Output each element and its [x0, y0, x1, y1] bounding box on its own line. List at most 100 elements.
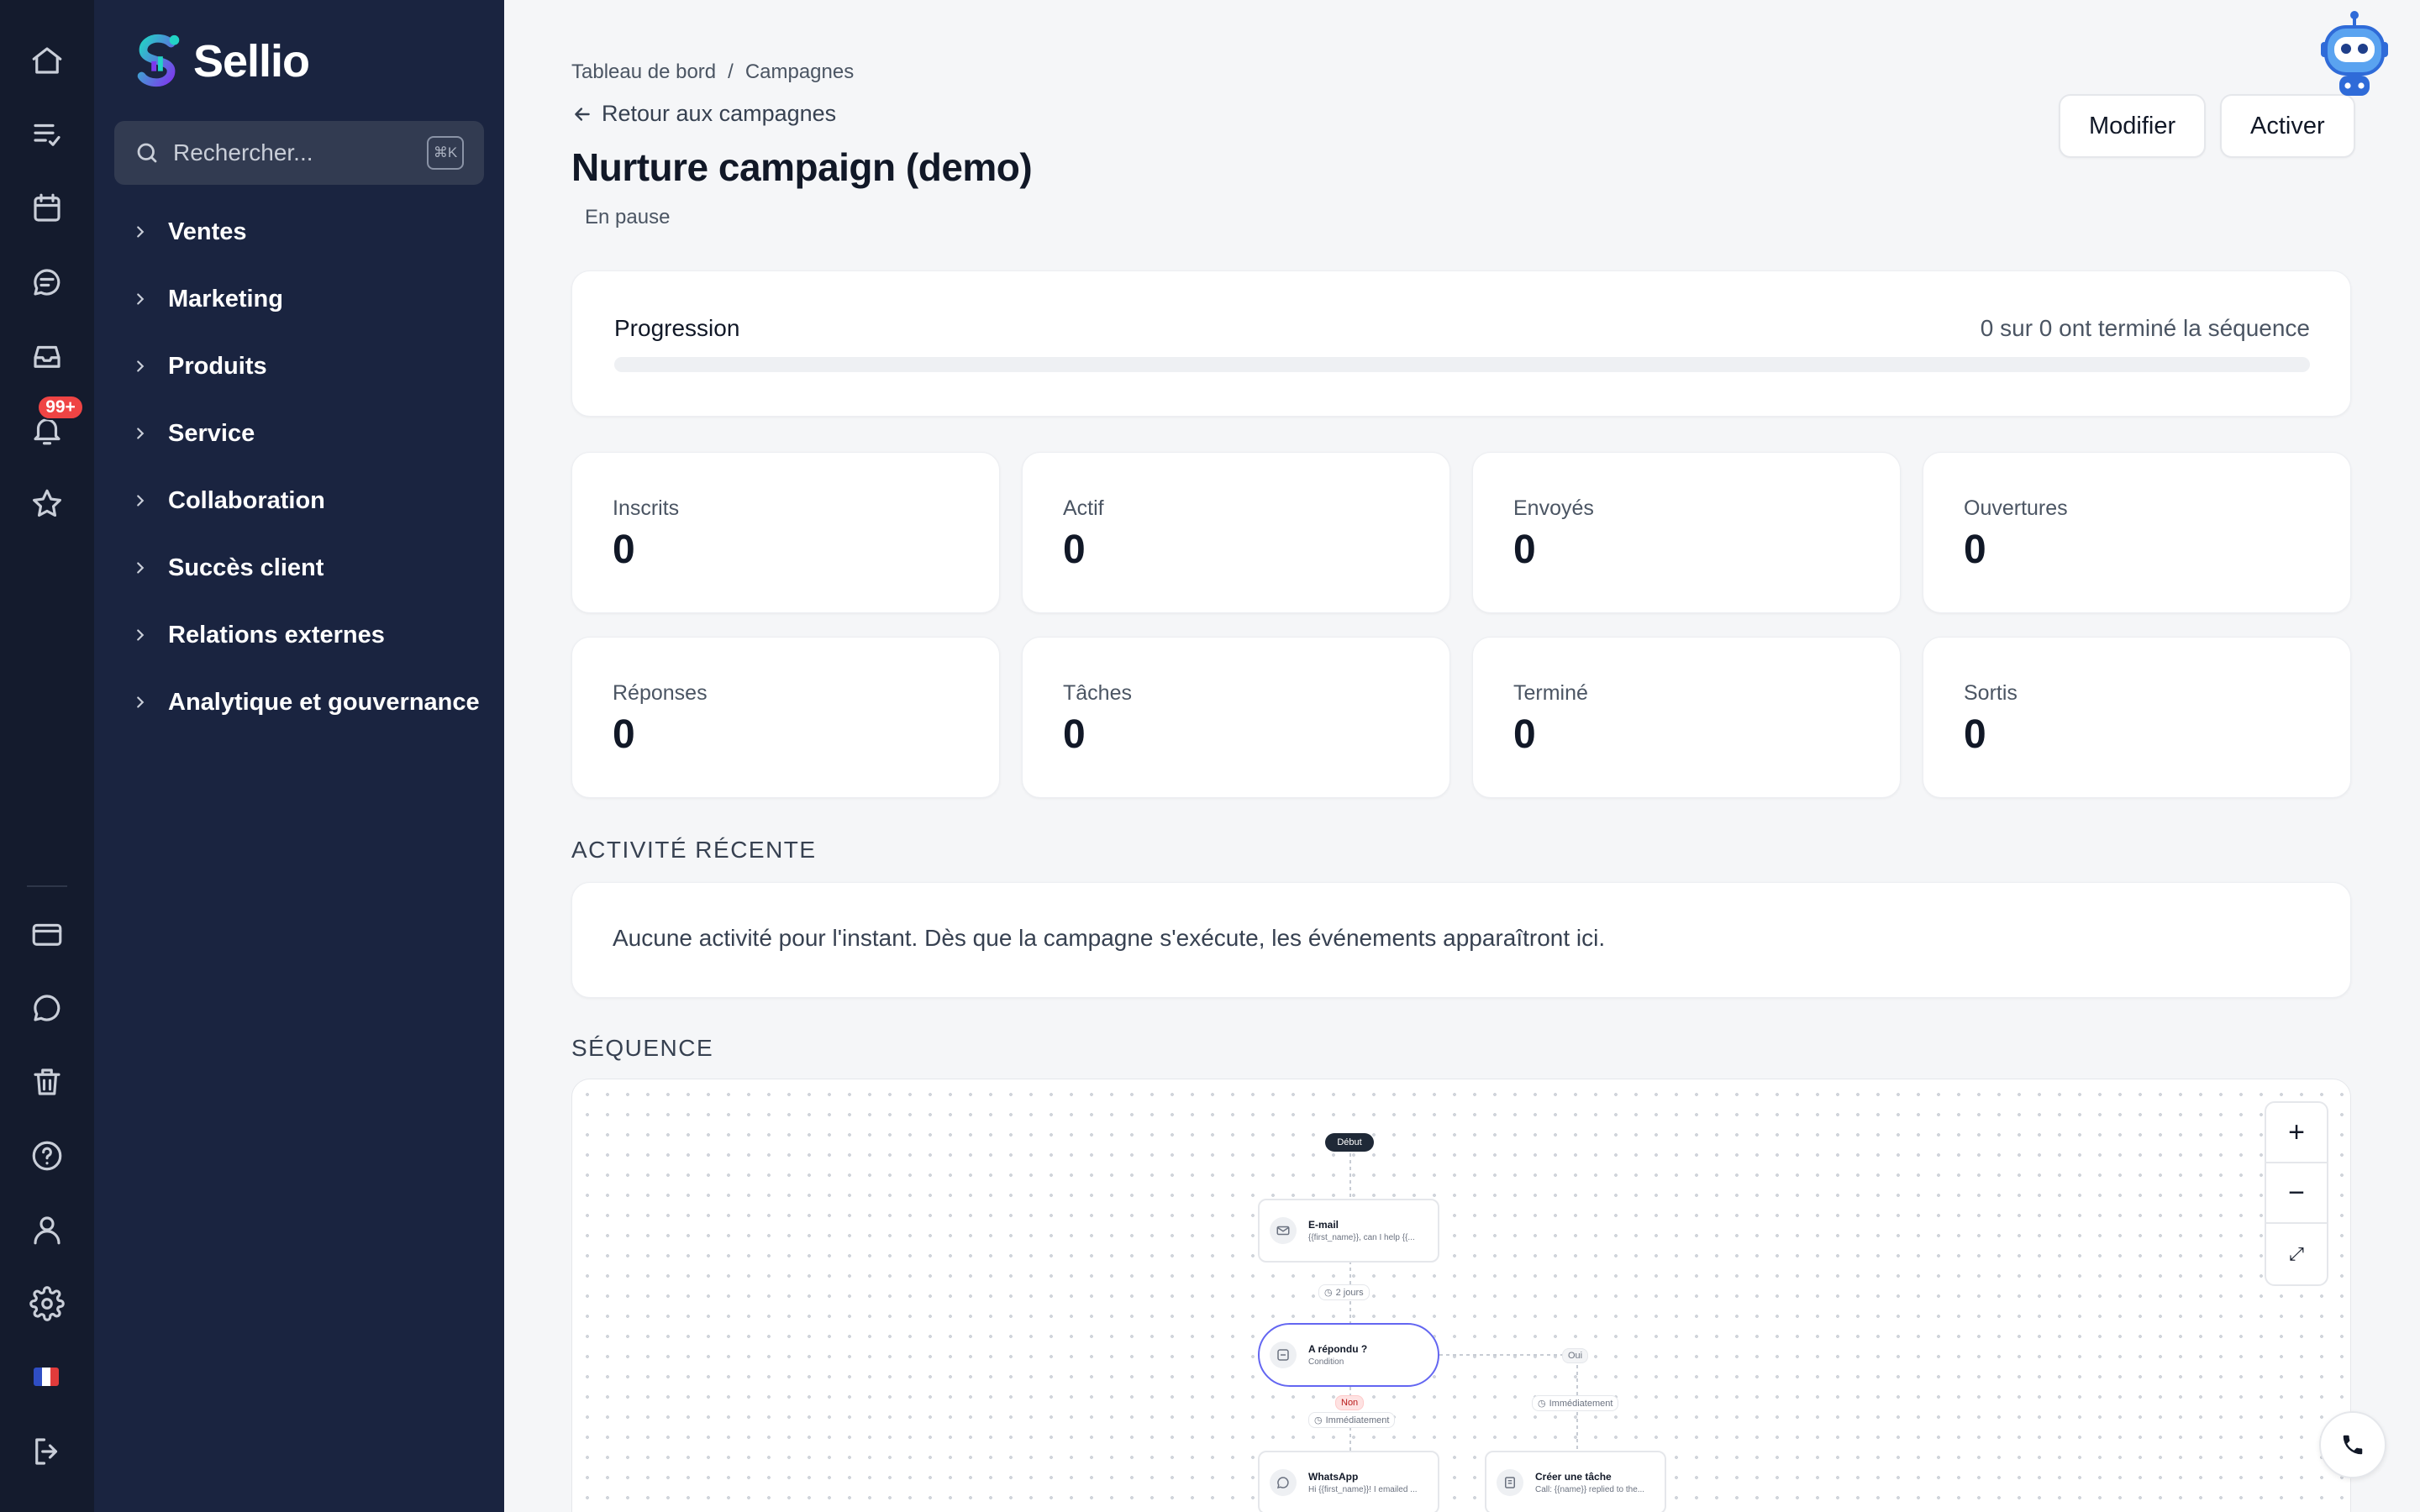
search-shortcut: ⌘K: [427, 136, 464, 170]
stat-label: Sortis: [1964, 681, 2018, 705]
delay-label: Immédiatement: [1549, 1398, 1613, 1409]
sequence-node-task[interactable]: Créer une tâche Call: {{name}} replied t…: [1485, 1451, 1666, 1512]
stat-value: 0: [613, 528, 635, 572]
search-icon: [137, 143, 157, 163]
nav-item-label: Collaboration: [168, 486, 325, 514]
language-flag-icon[interactable]: [34, 1368, 59, 1386]
stat-card-ouvertures: Ouvertures 0: [1923, 452, 2351, 613]
sequence-node-whatsapp[interactable]: WhatsApp Hi {{first_name}}! I emailed ..…: [1258, 1451, 1439, 1512]
clock-icon: ◷: [1324, 1288, 1333, 1298]
stat-label: Terminé: [1513, 681, 1588, 705]
node-subtitle: Condition: [1308, 1357, 1344, 1367]
stat-value: 0: [1063, 712, 1086, 757]
clock-icon: ◷: [1538, 1399, 1546, 1409]
logout-icon[interactable]: [24, 1428, 71, 1475]
progress-label: Progression: [614, 315, 740, 341]
delay-pill-yes: ◷ Immédiatement: [1532, 1395, 1619, 1411]
node-subtitle: Call: {{name}} replied to the...: [1535, 1485, 1645, 1494]
phone-call-button[interactable]: [2319, 1411, 2386, 1478]
stat-card-actif: Actif 0: [1022, 452, 1450, 613]
nav-item-analytique[interactable]: Analytique et gouvernance: [131, 682, 480, 722]
back-link[interactable]: Retour aux campagnes: [571, 101, 836, 127]
chat-icon[interactable]: [24, 984, 71, 1032]
task-icon: [1497, 1469, 1523, 1496]
node-title: Créer une tâche: [1535, 1471, 1612, 1483]
nav-item-label: Relations externes: [168, 621, 385, 648]
inbox-icon[interactable]: [24, 333, 71, 380]
nav-item-label: Ventes: [168, 218, 247, 245]
rail-divider: [27, 885, 67, 887]
stat-label: Tâches: [1063, 681, 1132, 705]
progress-summary: 0 sur 0 ont terminé la séquence: [1980, 315, 2310, 341]
breadcrumb: Tableau de bord / Campagnes: [571, 60, 854, 84]
billing-icon[interactable]: [24, 911, 71, 958]
messages-icon[interactable]: [24, 259, 71, 306]
star-icon[interactable]: [24, 480, 71, 528]
home-icon[interactable]: [24, 37, 71, 84]
branch-no-label: Non: [1335, 1395, 1365, 1410]
zoom-out-button[interactable]: −: [2266, 1163, 2327, 1224]
search-placeholder: Rechercher...: [173, 139, 313, 165]
nav-item-produits[interactable]: Produits: [131, 346, 267, 386]
activity-section-title: ACTIVITÉ RÉCENTE: [571, 837, 817, 863]
mail-icon: [1270, 1217, 1297, 1244]
sequence-node-email[interactable]: E-mail {{first_name}}, can I help {{...: [1258, 1199, 1439, 1263]
sequence-canvas[interactable]: Début E-mail {{first_name}}, can I help …: [571, 1079, 2351, 1512]
trash-icon[interactable]: [24, 1058, 71, 1105]
sellio-logo-icon: [137, 34, 180, 87]
stat-value: 0: [1513, 528, 1536, 572]
stat-label: Réponses: [613, 681, 708, 705]
stat-card-inscrits: Inscrits 0: [571, 452, 1000, 613]
chevron-right-icon: [137, 226, 145, 238]
stat-label: Inscrits: [613, 496, 680, 520]
chevron-right-icon: [137, 360, 145, 372]
stat-value: 0: [1513, 712, 1536, 757]
stat-value: 0: [1063, 528, 1086, 572]
sequence-connectors: [1349, 1147, 1578, 1451]
breadcrumb-home[interactable]: Tableau de bord: [571, 60, 716, 84]
zoom-in-button[interactable]: +: [2266, 1103, 2327, 1163]
help-icon[interactable]: [24, 1132, 71, 1179]
notifications-badge: 99+: [37, 395, 84, 420]
progress-bar: [614, 357, 2310, 372]
nav-item-service[interactable]: Service: [131, 413, 255, 454]
phone-icon: [2343, 1435, 2363, 1455]
nav-item-relations-externes[interactable]: Relations externes: [131, 615, 385, 655]
node-subtitle: Hi {{first_name}}! I emailed ...: [1308, 1485, 1418, 1494]
sequence-start-node[interactable]: Début: [1325, 1133, 1374, 1152]
stat-card-reponses: Réponses 0: [571, 637, 1000, 798]
stat-value: 0: [1964, 712, 1986, 757]
settings-icon[interactable]: [24, 1280, 71, 1327]
edit-button[interactable]: Modifier: [2059, 94, 2207, 158]
breadcrumb-current[interactable]: Campagnes: [745, 60, 854, 84]
nav-item-collaboration[interactable]: Collaboration: [131, 480, 325, 521]
stat-label: Actif: [1063, 496, 1104, 520]
stat-card-sortis: Sortis 0: [1923, 637, 2351, 798]
back-label: Retour aux campagnes: [602, 101, 837, 126]
assistant-robot-icon[interactable]: [2319, 10, 2390, 102]
calendar-icon[interactable]: [24, 185, 71, 232]
nav-item-label: Produits: [168, 352, 267, 380]
tasks-icon[interactable]: [24, 111, 71, 158]
fit-view-button[interactable]: ⤢: [2266, 1224, 2327, 1284]
sequence-node-condition[interactable]: A répondu ? Condition: [1258, 1323, 1439, 1387]
node-subtitle: {{first_name}}, can I help {{...: [1308, 1233, 1415, 1242]
chevron-right-icon: [137, 428, 145, 439]
page-title: Nurture campaign (demo): [571, 145, 1033, 189]
nav-sidebar: Sellio Rechercher... ⌘K Ventes Marketing…: [94, 0, 504, 1512]
chevron-right-icon: [137, 696, 145, 708]
search-input[interactable]: Rechercher... ⌘K: [114, 121, 484, 185]
nav-item-label: Marketing: [168, 285, 283, 312]
nav-item-succes-client[interactable]: Succès client: [131, 548, 324, 588]
app-logo[interactable]: Sellio: [131, 32, 310, 91]
node-title: A répondu ?: [1308, 1343, 1368, 1355]
breadcrumb-separator: /: [728, 60, 734, 83]
nav-item-ventes[interactable]: Ventes: [131, 212, 247, 252]
stat-label: Envoyés: [1513, 496, 1594, 520]
user-icon[interactable]: [24, 1206, 71, 1253]
nav-item-marketing[interactable]: Marketing: [131, 279, 283, 319]
progress-card: Progression 0 sur 0 ont terminé la séque…: [571, 270, 2351, 417]
activate-button[interactable]: Activer: [2220, 94, 2355, 158]
chevron-right-icon: [137, 562, 145, 574]
condition-icon: [1270, 1341, 1297, 1368]
